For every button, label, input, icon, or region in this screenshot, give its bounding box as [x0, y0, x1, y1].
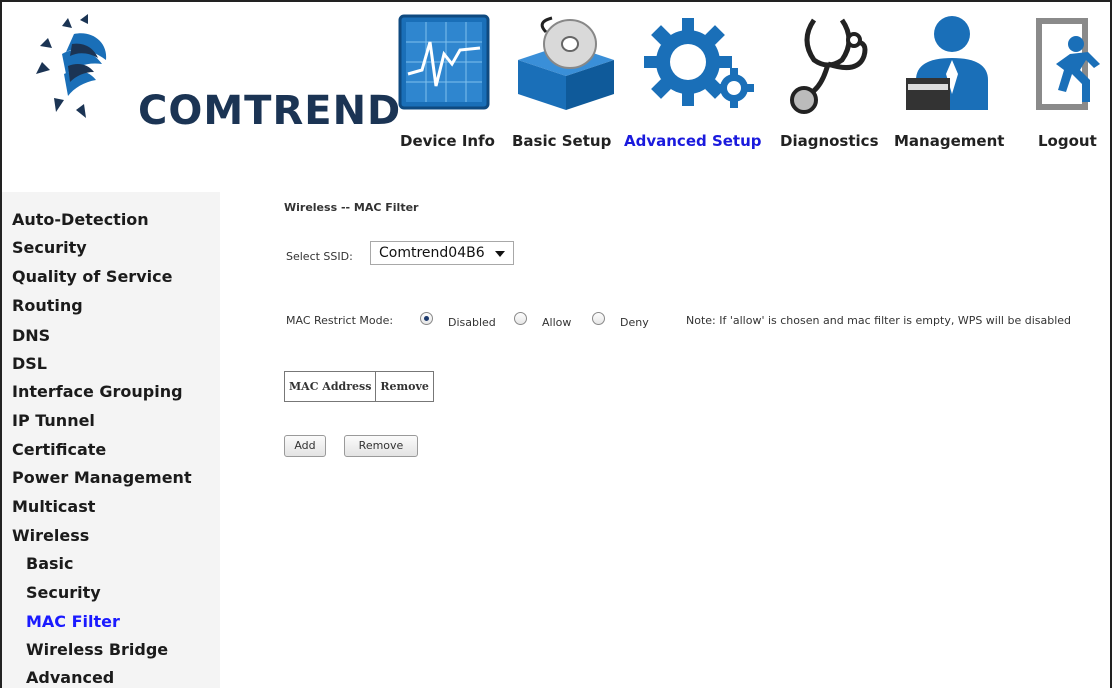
sidebar-item-certificate[interactable]: Certificate: [12, 440, 106, 459]
device-info-icon[interactable]: [398, 14, 494, 114]
ssid-select-value: Comtrend04B6: [379, 245, 485, 261]
sidebar-item-security[interactable]: Security: [12, 238, 87, 257]
sidebar-item-ip-tunnel[interactable]: IP Tunnel: [12, 411, 95, 430]
sidebar-item-interface-grouping[interactable]: Interface Grouping: [12, 382, 183, 401]
sidebar-item-mac-filter[interactable]: MAC Filter: [26, 612, 120, 631]
sidebar-item-advanced[interactable]: Advanced: [26, 668, 114, 687]
sidebar-item-quality-of-service[interactable]: Quality of Service: [12, 267, 172, 286]
sidebar-item-multicast[interactable]: Multicast: [12, 497, 95, 516]
sidebar-item-dsl[interactable]: DSL: [12, 354, 47, 373]
radio-deny-label: Deny: [620, 316, 649, 329]
comtrend-logo: COMTREND: [22, 8, 400, 148]
column-mac-address: MAC Address: [283, 371, 377, 402]
radio-allow-label: Allow: [542, 316, 572, 329]
wps-note: Note: If 'allow' is chosen and mac filte…: [686, 314, 1072, 327]
remove-button[interactable]: Remove: [344, 435, 418, 457]
sidebar-top-gap: [2, 180, 220, 192]
radio-disabled[interactable]: [420, 312, 433, 325]
add-button[interactable]: Add: [284, 435, 326, 457]
page-title: Wireless -- MAC Filter: [284, 201, 419, 214]
select-ssid-label: Select SSID:: [286, 250, 353, 263]
sidebar: Auto-Detection Security Quality of Servi…: [2, 192, 220, 688]
nav-device-info[interactable]: Device Info: [400, 132, 495, 150]
column-remove: Remove: [375, 371, 434, 402]
radio-deny[interactable]: [592, 312, 605, 325]
logo-swirl-icon: [36, 14, 107, 118]
sidebar-item-auto-detection[interactable]: Auto-Detection: [12, 210, 149, 229]
logout-icon[interactable]: [1030, 14, 1100, 114]
main-content: Wireless -- MAC Filter Select SSID: Comt…: [220, 180, 1110, 688]
nav-logout[interactable]: Logout: [1038, 132, 1097, 150]
diagnostics-icon[interactable]: [784, 14, 880, 114]
sidebar-item-wireless[interactable]: Wireless: [12, 526, 89, 545]
sidebar-item-power-management[interactable]: Power Management: [12, 468, 192, 487]
sidebar-item-routing[interactable]: Routing: [12, 296, 83, 315]
nav-management[interactable]: Management: [894, 132, 1004, 150]
mac-filter-table: MAC Address Remove: [283, 371, 434, 402]
ssid-select[interactable]: Comtrend04B6: [370, 241, 514, 265]
sidebar-item-dns[interactable]: DNS: [12, 326, 50, 345]
sidebar-item-wireless-security[interactable]: Security: [26, 583, 101, 602]
nav-diagnostics[interactable]: Diagnostics: [780, 132, 879, 150]
management-icon[interactable]: [902, 14, 998, 114]
table-header-row: MAC Address Remove: [283, 371, 434, 402]
radio-disabled-label: Disabled: [448, 316, 496, 329]
header: COMTREND Device Info Basic Setup Advance…: [2, 2, 1110, 180]
basic-setup-icon[interactable]: [510, 14, 620, 114]
advanced-setup-icon[interactable]: [638, 14, 756, 114]
radio-allow[interactable]: [514, 312, 527, 325]
nav-advanced-setup[interactable]: Advanced Setup: [624, 132, 762, 150]
sidebar-item-wireless-bridge[interactable]: Wireless Bridge: [26, 640, 168, 659]
chevron-down-icon: [495, 251, 505, 257]
sidebar-item-wireless-basic[interactable]: Basic: [26, 554, 73, 573]
mac-restrict-mode-label: MAC Restrict Mode:: [286, 314, 394, 327]
nav-basic-setup[interactable]: Basic Setup: [512, 132, 611, 150]
brand-name: COMTREND: [138, 88, 402, 134]
